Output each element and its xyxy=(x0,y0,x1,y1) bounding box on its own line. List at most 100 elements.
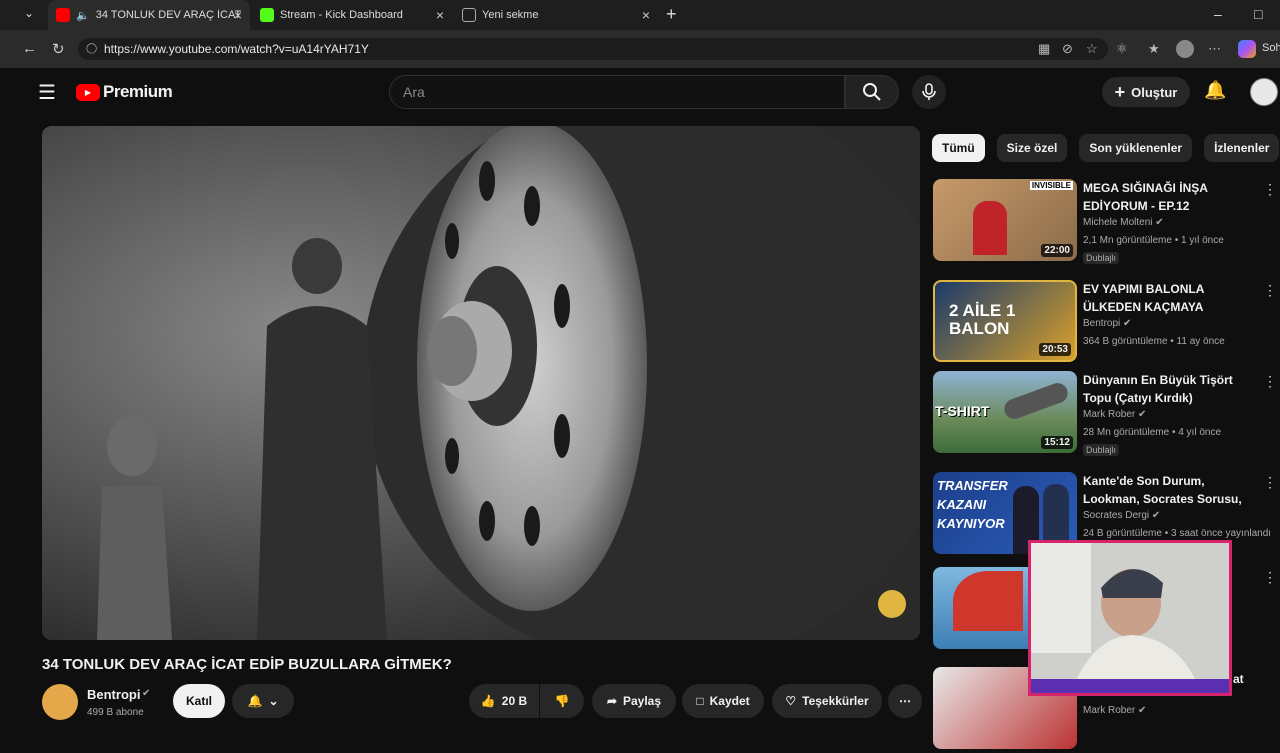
more-icon[interactable]: ⋮ xyxy=(1263,373,1277,390)
newtab-favicon-icon xyxy=(462,8,476,22)
create-button[interactable]: + Oluştur xyxy=(1102,77,1190,107)
chip-for-you[interactable]: Size özel xyxy=(996,134,1068,162)
thanks-button[interactable]: ♡ Teşekkürler xyxy=(772,684,882,718)
youtube-logo[interactable]: ▶ Premium xyxy=(76,82,173,102)
more-icon[interactable]: ⋮ xyxy=(1263,282,1277,299)
app-icon[interactable]: ▦ xyxy=(1038,41,1050,57)
video-title: 34 TONLUK DEV ARAÇ İCAT EDİP BUZULLARA G… xyxy=(42,656,452,673)
recommendation-item[interactable]: INVISIBLE 22:00 MEGA SIĞINAĞI İNŞA EDİYO… xyxy=(933,179,1277,265)
maximize-icon[interactable]: □ xyxy=(1254,6,1262,22)
video-thumbnail[interactable]: 2 AİLE 1 BALON 20:53 xyxy=(933,280,1077,362)
tracking-icon[interactable]: ⊘ xyxy=(1062,41,1073,57)
recommendation-meta: 364 B görüntüleme • 11 ay önce xyxy=(1083,336,1225,347)
create-label: Oluştur xyxy=(1131,84,1178,100)
refresh-icon[interactable]: ↻ xyxy=(52,40,65,58)
thumbnail-person xyxy=(973,201,1007,255)
close-tab-icon[interactable]: × xyxy=(234,7,242,23)
microphone-icon xyxy=(922,83,936,100)
video-player[interactable] xyxy=(42,126,920,640)
thumbnail-text: 2 AİLE 1 BALON xyxy=(949,301,1016,338)
favorite-star-icon[interactable]: ☆ xyxy=(1086,41,1098,57)
thumbs-up-icon: 👍 xyxy=(480,694,496,708)
heart-icon: ♡ xyxy=(785,694,797,708)
recommendation-title: MEGA SIĞINAĞI İNŞA EDİYORUM - EP.12 xyxy=(1083,181,1208,213)
verified-icon: ✔ xyxy=(142,688,151,699)
chip-all[interactable]: Tümü xyxy=(932,134,985,162)
verified-icon: ✔ xyxy=(1151,510,1161,521)
tab-kick[interactable]: Stream - Kick Dashboard × xyxy=(252,0,452,30)
chip-watched[interactable]: İzlenenler xyxy=(1204,134,1280,162)
favorites-icon[interactable]: ★ xyxy=(1148,41,1160,57)
tab-title: Yeni sekme xyxy=(482,9,539,21)
bookmark-icon: □ xyxy=(696,694,704,708)
menu-icon[interactable]: ☰ xyxy=(38,80,56,105)
voice-search-button[interactable] xyxy=(912,75,946,109)
thumbnail-cannon xyxy=(1001,380,1071,422)
video-thumbnail[interactable]: INVISIBLE 22:00 xyxy=(933,179,1077,261)
tab-list-chevron-icon[interactable]: ⌄ xyxy=(24,6,34,20)
more-actions-button[interactable]: ⋯ xyxy=(888,684,922,718)
thumbnail-text: T-SHIRT xyxy=(935,403,990,419)
more-icon[interactable]: ⋮ xyxy=(1263,474,1277,491)
channel-avatar[interactable] xyxy=(42,684,78,720)
url-field[interactable]: ◯ https://www.youtube.com/watch?v=uA14rY… xyxy=(78,38,1108,60)
copilot-label[interactable]: Soh xyxy=(1262,42,1280,54)
share-icon: ➦ xyxy=(606,694,617,708)
join-button[interactable]: Katıl xyxy=(173,684,225,718)
verified-icon: ✔ xyxy=(1138,409,1147,420)
new-tab-icon[interactable]: + xyxy=(666,4,677,25)
duration-badge: 22:00 xyxy=(1041,244,1073,257)
recommendation-channel: Mark Rober ✔ xyxy=(1083,409,1147,420)
verified-icon: ✔ xyxy=(1138,705,1147,716)
duration-badge: 15:12 xyxy=(1041,436,1073,449)
like-count: 20 B xyxy=(501,694,528,708)
tab-youtube[interactable]: 🔈 34 TONLUK DEV ARAÇ İCAT E × xyxy=(48,0,250,30)
recommendation-title: at xyxy=(1233,672,1244,686)
chevron-down-icon: ⌄ xyxy=(268,694,279,708)
video-thumbnail[interactable]: T-SHIRT 15:12 xyxy=(933,371,1077,453)
extension-icon[interactable]: ⚛ xyxy=(1116,41,1128,57)
thanks-label: Teşekkürler xyxy=(802,694,869,708)
search-input[interactable]: Ara xyxy=(389,75,845,109)
like-button[interactable]: 👍 20 B xyxy=(469,684,539,718)
copilot-icon[interactable] xyxy=(1238,40,1256,58)
recommendation-channel: Socrates Dergi ✔ xyxy=(1083,510,1161,521)
recommendation-meta: 24 B görüntüleme • 3 saat önce yayınland… xyxy=(1083,528,1272,539)
thumbnail-text: TRANSFER KAZANI KAYNIYOR xyxy=(937,478,1008,531)
youtube-play-icon: ▶ xyxy=(76,83,100,101)
notifications-bell-icon[interactable]: 🔔 xyxy=(1204,80,1226,101)
dislike-button[interactable]: 👎 xyxy=(540,684,584,718)
search-button[interactable] xyxy=(845,75,899,109)
channel-name[interactable]: Bentropi xyxy=(87,687,140,702)
recommendation-channel: Mark Rober ✔ xyxy=(1083,705,1147,716)
search-icon xyxy=(863,83,881,101)
recommendation-item[interactable]: T-SHIRT 15:12 Dünyanın En Büyük Tişört T… xyxy=(933,371,1277,457)
minimize-icon[interactable]: – xyxy=(1214,6,1222,22)
save-label: Kaydet xyxy=(709,694,750,708)
more-icon[interactable]: ⋮ xyxy=(1263,181,1277,198)
recommendation-item[interactable]: 2 AİLE 1 BALON 20:53 EV YAPIMI BALONLA Ü… xyxy=(933,280,1277,366)
share-label: Paylaş xyxy=(623,694,662,708)
more-icon[interactable]: ⋮ xyxy=(1263,569,1277,586)
recommendation-channel: Bentropi ✔ xyxy=(1083,318,1132,329)
account-avatar[interactable] xyxy=(1250,78,1278,106)
share-button[interactable]: ➦ Paylaş xyxy=(592,684,676,718)
dubbed-badge: Dublajlı xyxy=(1083,444,1120,456)
close-tab-icon[interactable]: × xyxy=(436,7,444,23)
profile-avatar[interactable] xyxy=(1176,40,1194,58)
subscription-bell-button[interactable]: 🔔 ⌄ xyxy=(232,684,294,718)
site-info-icon[interactable]: ◯ xyxy=(86,38,97,60)
verified-icon: ✔ xyxy=(1155,217,1164,228)
webcam-image xyxy=(1031,543,1229,693)
thumbs-down-icon: 👎 xyxy=(554,694,570,708)
tab-new[interactable]: Yeni sekme × xyxy=(454,0,658,30)
more-options-icon[interactable]: ⋯ xyxy=(1208,41,1221,57)
back-icon[interactable]: ← xyxy=(22,40,37,57)
recommendation-title: EV YAPIMI BALONLA ÜLKEDEN KAÇMAYA ÇALIŞA… xyxy=(1083,282,1204,314)
thumbnail-text: INVISIBLE xyxy=(1029,181,1073,190)
close-tab-icon[interactable]: × xyxy=(642,7,650,23)
plus-icon: + xyxy=(1114,81,1126,102)
save-button[interactable]: □ Kaydet xyxy=(682,684,764,718)
chip-recent[interactable]: Son yüklenenler xyxy=(1079,134,1193,162)
recommendation-channel: Michele Molteni ✔ xyxy=(1083,217,1164,228)
